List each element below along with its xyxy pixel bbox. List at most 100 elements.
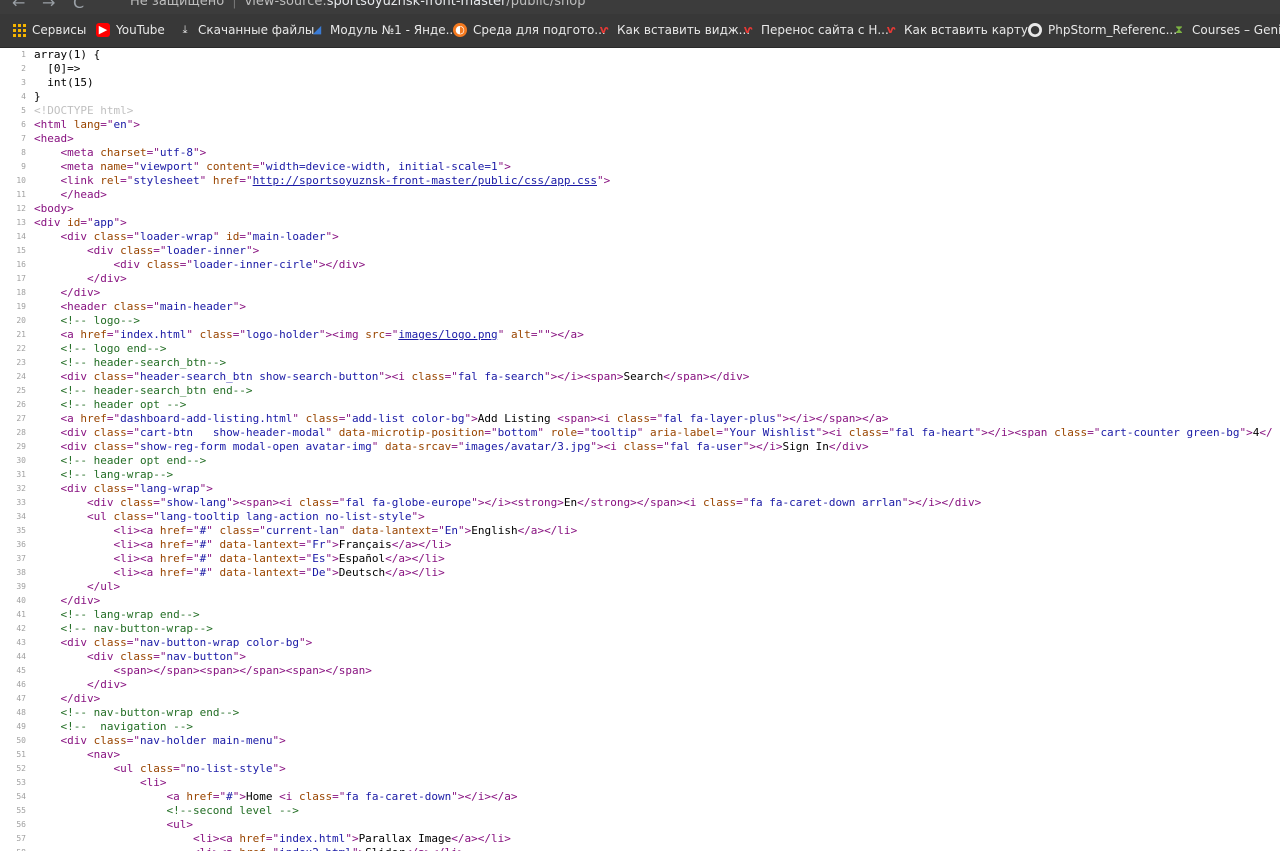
- browser-toolbar: ← → C Не защищено | view-source:sportsoyuz…: [0, 0, 1280, 14]
- line-content: <nav>: [86, 748, 121, 761]
- line-content: <!-- header opt end-->: [60, 454, 207, 467]
- line-content: <!-- nav-button-wrap end-->: [60, 706, 240, 719]
- line-number: 42: [16, 624, 26, 633]
- source-line: 33 <div class="show-lang"><span><i class…: [0, 496, 1280, 510]
- line-number: 30: [16, 456, 26, 465]
- source-line: 46 </div>: [0, 678, 1280, 692]
- source-line: 13 <div id="app">: [0, 216, 1280, 230]
- line-content: <div class="loader-wrap" id="main-loader…: [60, 230, 339, 243]
- line-number: 32: [16, 484, 26, 493]
- line-content: <div class="loader-inner-cirle"></div>: [113, 258, 366, 271]
- line-content: <!-- logo end-->: [60, 342, 167, 355]
- bookmark-map[interactable]: ⱱ Как вставить карту...: [884, 21, 1040, 39]
- source-line: 11 </head>: [0, 188, 1280, 202]
- line-number: 14: [16, 232, 26, 241]
- line-content: <a href="index.html" class="logo-holder"…: [60, 328, 584, 341]
- line-content: <div class="lang-wrap">: [60, 482, 213, 495]
- line-number: 37: [16, 554, 26, 563]
- source-line: 47 </div>: [0, 692, 1280, 706]
- line-number: 44: [16, 652, 26, 661]
- bookmark-phpstorm[interactable]: ● PhpStorm_Referenc...: [1028, 21, 1177, 39]
- source-line: 22 <!-- logo end-->: [0, 342, 1280, 356]
- line-content: <!--second level -->: [166, 804, 299, 817]
- line-content: <!-- lang-wrap-->: [60, 468, 174, 481]
- line-content: <a href="dashboard-add-listing.html" cla…: [60, 412, 889, 425]
- line-number: 45: [16, 666, 26, 675]
- line-content: <!-- logo-->: [60, 314, 140, 327]
- bookmark-services[interactable]: Сервисы: [12, 21, 86, 39]
- line-content: <!-- nav-button-wrap-->: [60, 622, 213, 635]
- line-number: 4: [21, 92, 26, 101]
- line-number: 31: [16, 470, 26, 479]
- forward-arrow-icon[interactable]: →: [42, 0, 55, 11]
- source-line: 28 <div class="cart-btn show-header-moda…: [0, 426, 1280, 440]
- source-line: 45 <span></span><span></span><span></spa…: [0, 664, 1280, 678]
- line-content: </div>: [86, 272, 127, 285]
- bookmark-label: Как вставить карту...: [904, 23, 1040, 37]
- bookmark-widget[interactable]: ⱱ Как вставить видж...: [597, 21, 750, 39]
- line-number: 9: [21, 162, 26, 171]
- line-content: <html lang="en">: [34, 118, 140, 131]
- url-scheme: view-source:: [244, 0, 327, 9]
- source-line: 54 <a href="#">Home <i class="fa fa-care…: [0, 790, 1280, 804]
- line-content: <header class="main-header">: [60, 300, 246, 313]
- source-line: 7 <head>: [0, 132, 1280, 146]
- line-content: <div class="nav-button-wrap color-bg">: [60, 636, 313, 649]
- source-line: 40 </div>: [0, 594, 1280, 608]
- line-content: <meta charset="utf-8">: [60, 146, 207, 159]
- line-number: 26: [16, 400, 26, 409]
- line-number: 39: [16, 582, 26, 591]
- line-number: 34: [16, 512, 26, 521]
- line-content: array(1) {: [34, 48, 101, 61]
- source-line: 38 <li><a href="#" data-lantext="De">Deu…: [0, 566, 1280, 580]
- back-arrow-icon[interactable]: ←: [12, 0, 25, 11]
- line-number: 18: [16, 288, 26, 297]
- bookmark-red-icon: ⱱ: [599, 23, 609, 36]
- line-content: int(15): [34, 76, 94, 89]
- line-number: 54: [16, 792, 26, 801]
- source-line: 19 <header class="main-header">: [0, 300, 1280, 314]
- bookmark-youtube[interactable]: ▶ YouTube: [96, 21, 165, 39]
- reload-icon[interactable]: C: [73, 0, 84, 11]
- bookmark-label: Courses – Genius: [1192, 23, 1280, 37]
- source-line: 24 <div class="header-search_btn show-se…: [0, 370, 1280, 384]
- line-number: 43: [16, 638, 26, 647]
- line-content: <div class="nav-holder main-menu">: [60, 734, 286, 747]
- line-content: <li><a href="#" data-lantext="Fr">França…: [113, 538, 452, 551]
- bookmark-downloads[interactable]: ⤓ Скачанные файлы: [178, 21, 315, 39]
- source-line: 2 [0]=>: [0, 62, 1280, 76]
- line-number: 10: [16, 176, 26, 185]
- bookmark-courses-genius[interactable]: ⧗ Courses – Genius: [1172, 21, 1280, 39]
- bookmark-red-icon: ⱱ: [743, 23, 753, 36]
- source-line: 21 <a href="index.html" class="logo-hold…: [0, 328, 1280, 342]
- bookmark-site-transfer[interactable]: ⱱ Перенос сайта с Н...: [741, 21, 889, 39]
- line-content: </ul>: [86, 580, 121, 593]
- bookmark-sreda[interactable]: ◐ Среда для подгото...: [453, 21, 606, 39]
- bookmark-label: Скачанные файлы: [198, 23, 315, 37]
- line-content: <head>: [34, 132, 74, 145]
- line-content: <li><a href="#" data-lantext="De">Deutsc…: [113, 566, 445, 579]
- line-number: 21: [16, 330, 26, 339]
- line-content: <ul class="no-list-style">: [113, 762, 286, 775]
- source-line: 34 <ul class="lang-tooltip lang-action n…: [0, 510, 1280, 524]
- source-line: 36 <li><a href="#" data-lantext="Fr">Fra…: [0, 538, 1280, 552]
- line-content: <li><a href="index.html">Parallax Image<…: [192, 832, 511, 845]
- line-content: <div class="loader-inner">: [86, 244, 260, 257]
- line-number: 1: [21, 50, 26, 59]
- line-number: 20: [16, 316, 26, 325]
- line-number: 40: [16, 596, 26, 605]
- line-number: 7: [21, 134, 26, 143]
- bookmark-yandex-module[interactable]: ◢ Модуль №1 - Янде...: [310, 21, 457, 39]
- source-line: 25 <!-- header-search_btn end-->: [0, 384, 1280, 398]
- line-number: 33: [16, 498, 26, 507]
- line-content: [0]=>: [34, 62, 81, 75]
- sreda-icon: ◐: [453, 23, 467, 37]
- line-number: 48: [16, 708, 26, 717]
- source-line: 3 int(15): [0, 76, 1280, 90]
- url-host: sportsoyuznsk-front-master: [326, 0, 507, 9]
- line-content: <!-- navigation -->: [60, 720, 193, 733]
- source-line: 49 <!-- navigation -->: [0, 720, 1280, 734]
- line-content: </div>: [60, 594, 101, 607]
- line-number: 50: [16, 736, 26, 745]
- address-bar[interactable]: Не защищено | view-source:sportsoyuznsk-fr…: [130, 0, 585, 10]
